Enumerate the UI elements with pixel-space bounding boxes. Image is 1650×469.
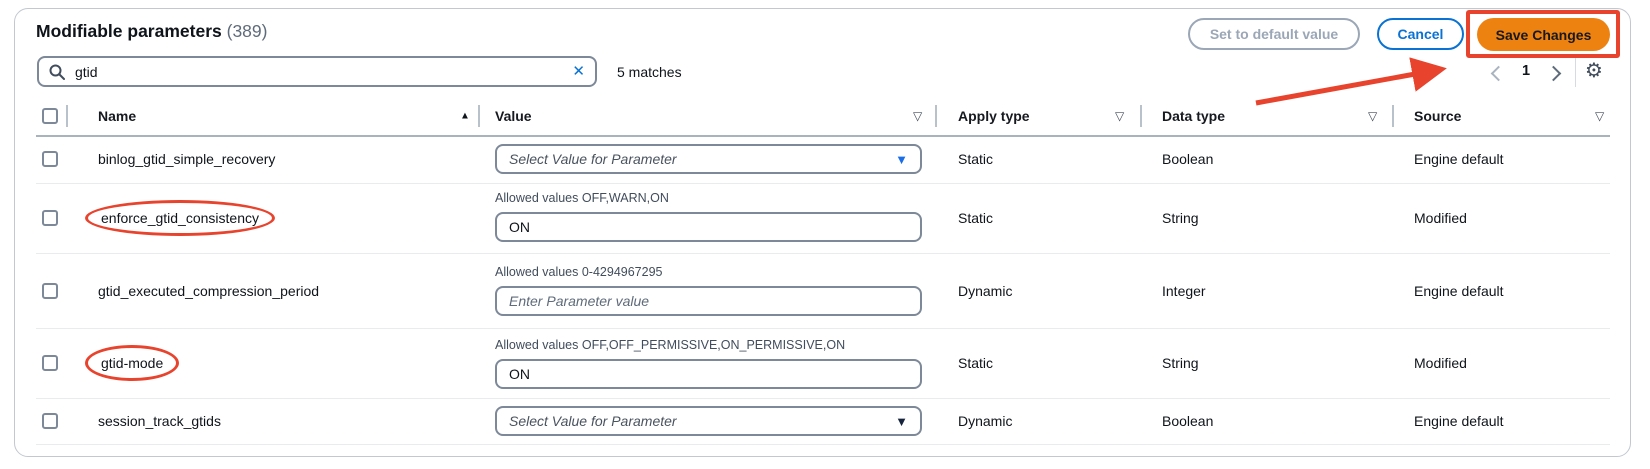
source-value: Engine default <box>1414 151 1504 167</box>
set-to-default-button[interactable]: Set to default value <box>1188 18 1360 50</box>
row-checkbox[interactable] <box>42 283 58 299</box>
apply-type-value: Dynamic <box>958 413 1012 429</box>
source-value: Modified <box>1414 355 1467 371</box>
page-title-text: Modifiable parameters <box>36 21 222 41</box>
cancel-button[interactable]: Cancel <box>1377 18 1464 50</box>
column-header-apply-type[interactable]: Apply type <box>958 108 1030 124</box>
table-row: gtid-mode Allowed values OFF,OFF_PERMISS… <box>36 328 1610 399</box>
chevron-down-icon: ▼ <box>895 153 908 166</box>
parameter-name: enforce_gtid_consistency <box>98 207 262 229</box>
value-select[interactable]: Select Value for Parameter ▼ <box>495 406 922 436</box>
apply-type-value: Static <box>958 151 993 167</box>
table-row: enforce_gtid_consistency Allowed values … <box>36 183 1610 254</box>
sort-ascending-icon[interactable]: ▲ <box>460 110 470 121</box>
source-value: Engine default <box>1414 283 1504 299</box>
value-select[interactable]: Select Value for Parameter ▼ <box>495 144 922 174</box>
allowed-values-label: Allowed values OFF,WARN,ON <box>495 191 922 205</box>
filter-icon-data-type[interactable]: ▽ <box>1368 109 1377 123</box>
table-header-row: Name ▲ Value ▽ Apply type ▽ Data type ▽ … <box>36 96 1610 137</box>
allowed-values-label: Allowed values 0-4294967295 <box>495 265 922 279</box>
column-divider <box>1140 105 1142 127</box>
table-row: session_track_gtids Select Value for Par… <box>36 398 1610 445</box>
data-type-value: Integer <box>1162 283 1206 299</box>
filter-icon-apply-type[interactable]: ▽ <box>1115 109 1124 123</box>
parameter-name: gtid_executed_compression_period <box>98 283 319 299</box>
data-type-value: String <box>1162 355 1199 371</box>
gear-icon[interactable]: ⚙ <box>1585 58 1603 83</box>
column-header-data-type[interactable]: Data type <box>1162 108 1225 124</box>
column-divider <box>935 105 937 127</box>
column-divider <box>1392 105 1394 127</box>
column-divider <box>478 105 480 127</box>
apply-type-value: Static <box>958 355 993 371</box>
row-checkbox[interactable] <box>42 210 58 226</box>
page-title: Modifiable parameters (389) <box>36 21 267 42</box>
search-input[interactable] <box>73 63 572 81</box>
value-input[interactable] <box>495 359 922 389</box>
apply-type-value: Static <box>958 210 993 226</box>
annotation-circle: gtid-mode <box>85 345 179 381</box>
parameter-name: gtid-mode <box>98 352 166 374</box>
parameter-name: session_track_gtids <box>98 413 221 429</box>
table-row: gtid_executed_compression_period Allowed… <box>36 253 1610 329</box>
data-type-value: Boolean <box>1162 413 1213 429</box>
parameters-panel: Modifiable parameters (389) ✕ 5 matches … <box>0 0 1650 469</box>
apply-type-value: Dynamic <box>958 283 1012 299</box>
filter-icon-value[interactable]: ▽ <box>913 109 922 123</box>
page-title-count: (389) <box>227 21 268 41</box>
data-type-value: Boolean <box>1162 151 1213 167</box>
filter-icon-source[interactable]: ▽ <box>1595 109 1604 123</box>
data-type-value: String <box>1162 210 1199 226</box>
table-row: binlog_gtid_simple_recovery Select Value… <box>36 135 1610 184</box>
row-checkbox[interactable] <box>42 151 58 167</box>
save-changes-button[interactable]: Save Changes <box>1477 18 1610 51</box>
row-checkbox[interactable] <box>42 413 58 429</box>
clear-search-icon[interactable]: ✕ <box>572 64 585 79</box>
parameter-name: binlog_gtid_simple_recovery <box>98 151 275 167</box>
select-placeholder: Select Value for Parameter <box>509 413 677 429</box>
column-header-value[interactable]: Value <box>495 108 532 124</box>
column-header-source[interactable]: Source <box>1414 108 1461 124</box>
search-box[interactable]: ✕ <box>37 56 597 87</box>
search-icon <box>49 64 65 80</box>
select-all-checkbox[interactable] <box>42 108 58 124</box>
column-divider <box>66 105 68 127</box>
current-page-number[interactable]: 1 <box>1518 63 1534 79</box>
source-value: Engine default <box>1414 413 1504 429</box>
value-input[interactable] <box>495 286 922 316</box>
toolbar-divider <box>1575 57 1576 87</box>
match-count-label: 5 matches <box>617 64 682 80</box>
row-checkbox[interactable] <box>42 355 58 371</box>
select-placeholder: Select Value for Parameter <box>509 151 677 167</box>
column-header-name[interactable]: Name <box>98 108 136 124</box>
annotation-circle: enforce_gtid_consistency <box>85 200 275 236</box>
allowed-values-label: Allowed values OFF,OFF_PERMISSIVE,ON_PER… <box>495 338 922 352</box>
chevron-down-icon: ▼ <box>895 415 908 428</box>
source-value: Modified <box>1414 210 1467 226</box>
value-input[interactable] <box>495 212 922 242</box>
